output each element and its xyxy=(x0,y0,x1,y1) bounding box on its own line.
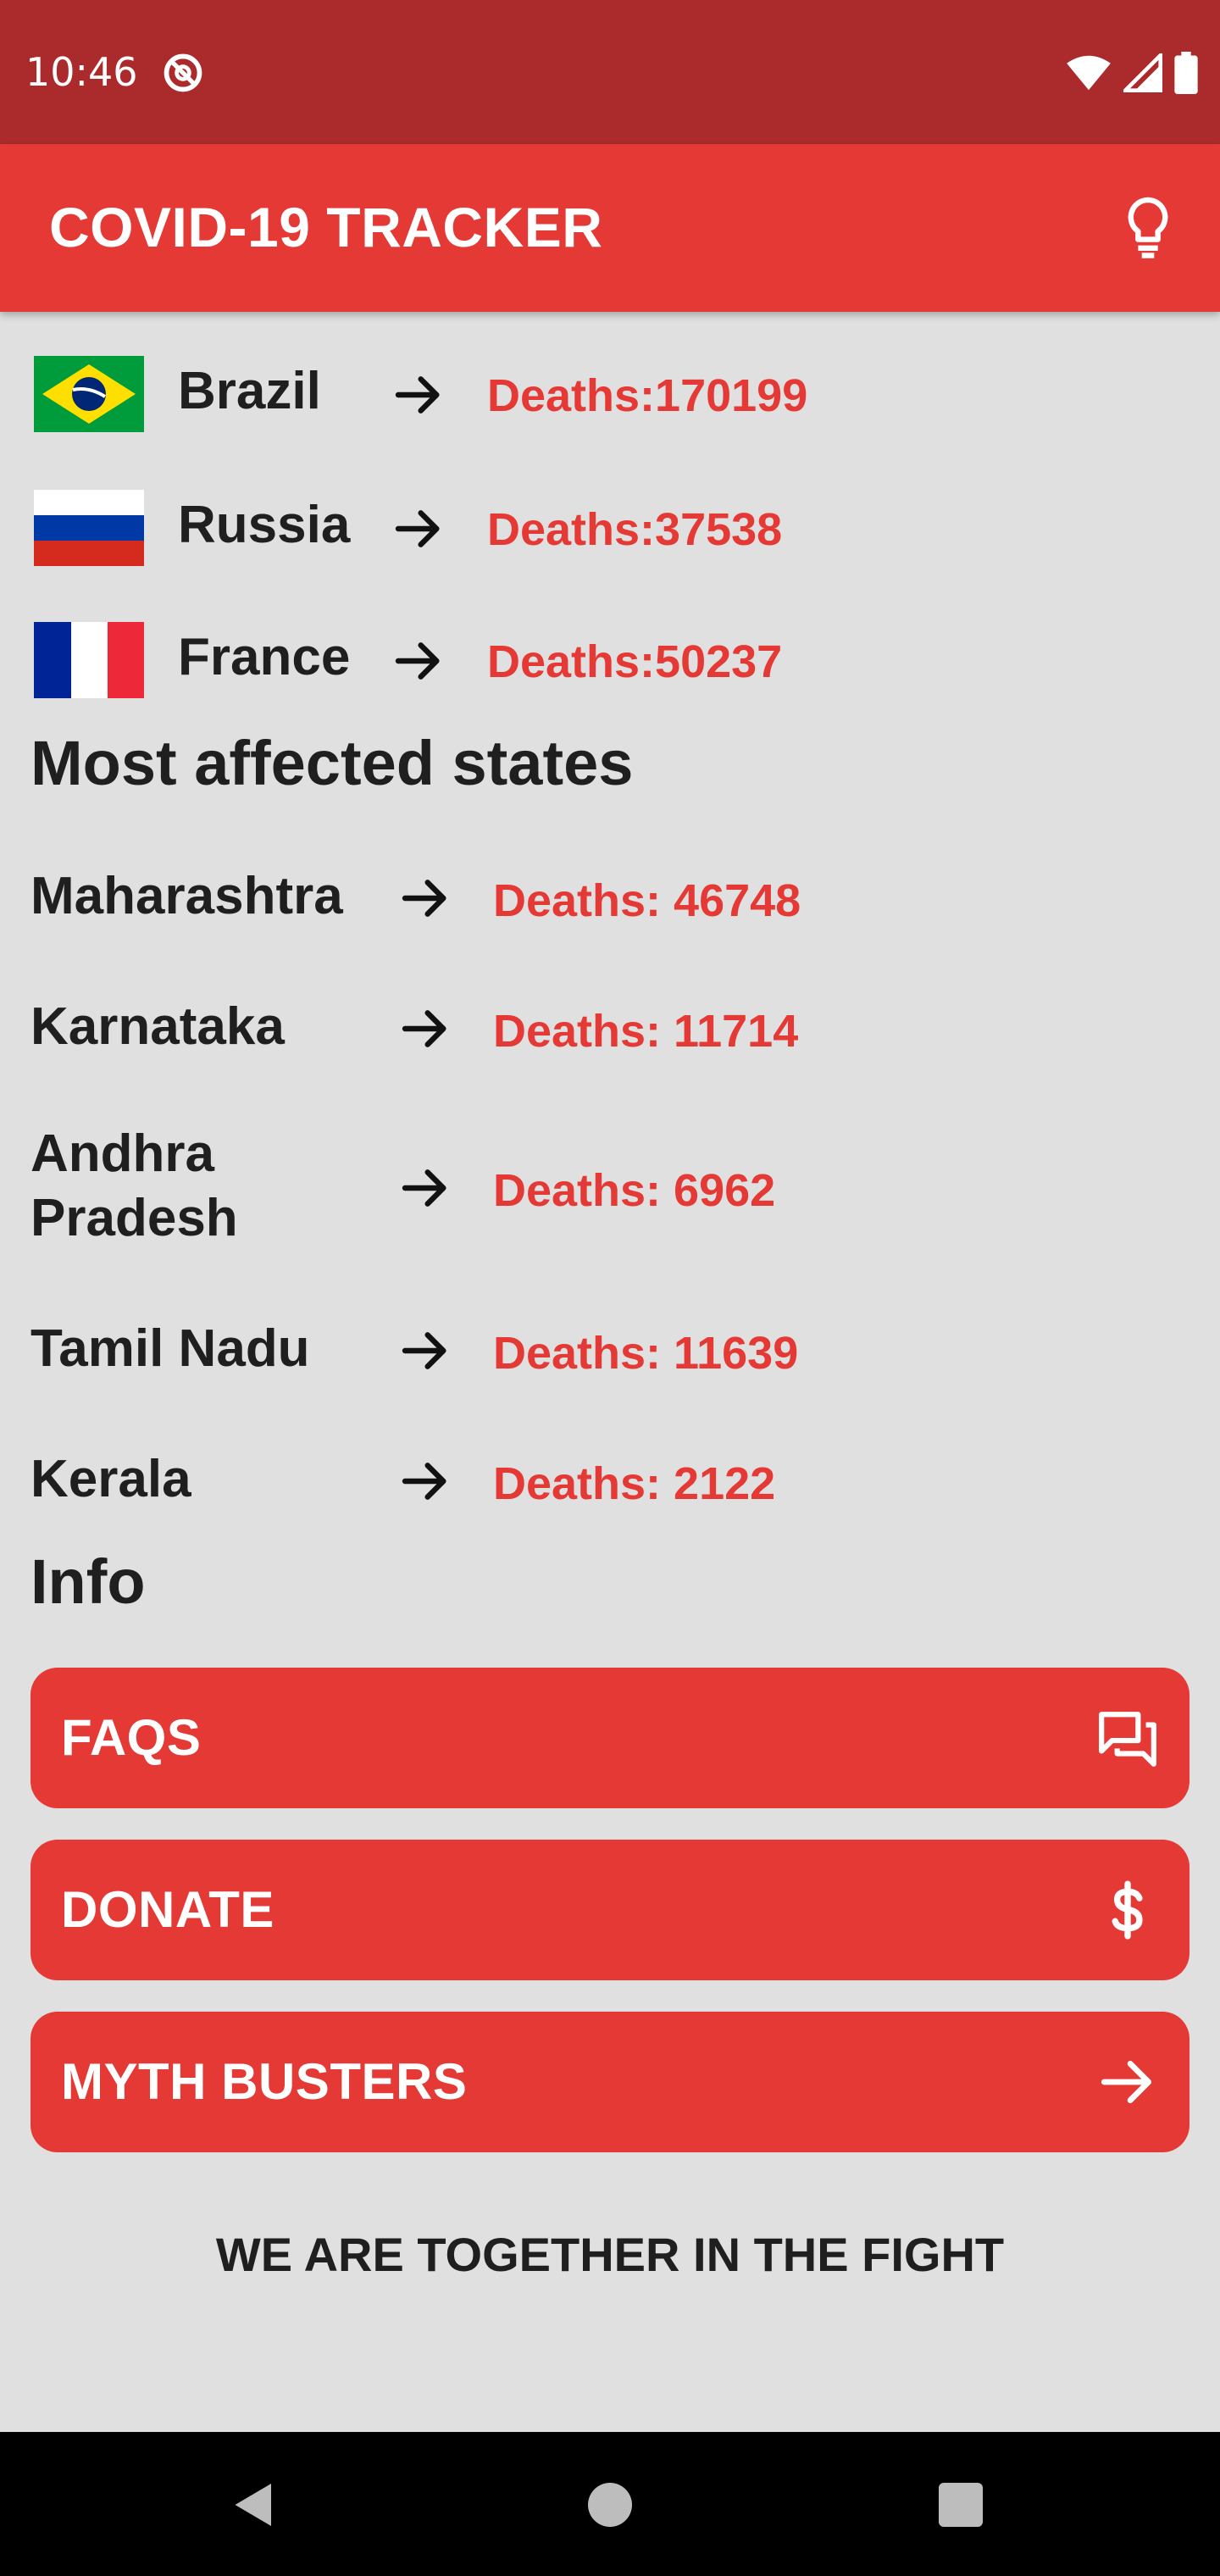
back-icon[interactable] xyxy=(229,2479,280,2530)
faqs-button[interactable]: FAQS xyxy=(30,1668,1190,1808)
state-deaths: Deaths: 6962 xyxy=(493,1165,776,1216)
battery-icon xyxy=(1174,52,1198,94)
country-row-russia[interactable]: Russia Deaths:37538 xyxy=(0,490,1220,566)
country-name: Russia xyxy=(178,496,351,554)
signal-icon xyxy=(1123,53,1162,92)
recents-icon[interactable] xyxy=(939,2483,983,2527)
brazil-flag xyxy=(34,356,144,432)
state-name: Karnataka xyxy=(30,997,285,1056)
country-row-france[interactable]: France Deaths:50237 xyxy=(0,622,1220,698)
arrow-right-icon xyxy=(395,376,440,414)
arrow-right-icon xyxy=(402,1332,446,1369)
footer-tagline: WE ARE TOGETHER IN THE FIGHT xyxy=(215,2228,1005,2281)
donate-button-label: DONATE xyxy=(61,1881,274,1938)
state-name: Andhra Pradesh xyxy=(30,1124,238,1247)
faqs-button-label: FAQS xyxy=(61,1709,202,1766)
system-nav-bar xyxy=(0,2432,1220,2576)
donate-button[interactable]: DONATE xyxy=(30,1840,1190,1980)
app-title: COVID-19 TRACKER xyxy=(49,196,603,258)
arrow-right-icon xyxy=(402,1463,446,1500)
country-deaths: Deaths:170199 xyxy=(487,370,808,421)
state-row[interactable]: Kerala Deaths: 2122 xyxy=(0,1447,1220,1515)
arrow-right-icon xyxy=(402,1169,446,1207)
state-deaths: Deaths: 46748 xyxy=(493,875,801,926)
status-time: 10:46 xyxy=(25,49,138,95)
myth-busters-button-label: MYTH BUSTERS xyxy=(61,2053,468,2110)
state-row[interactable]: Karnataka Deaths: 11714 xyxy=(0,995,1220,1063)
state-deaths: Deaths: 11714 xyxy=(493,1006,799,1057)
state-name: Tamil Nadu xyxy=(30,1319,310,1378)
state-row[interactable]: Tamil Nadu Deaths: 11639 xyxy=(0,1317,1220,1385)
russia-flag xyxy=(34,490,144,566)
country-name: France xyxy=(178,628,351,686)
arrow-right-icon xyxy=(395,510,440,547)
arrow-right-icon xyxy=(402,1010,446,1047)
arrow-right-icon xyxy=(1101,2061,1152,2103)
state-row[interactable]: Andhra Pradesh Deaths: 6962 xyxy=(0,1122,1220,1254)
status-icons xyxy=(1066,51,1198,95)
lightbulb-icon[interactable] xyxy=(1118,195,1178,259)
country-deaths: Deaths:50237 xyxy=(487,636,783,687)
france-flag xyxy=(34,622,144,698)
country-deaths: Deaths:37538 xyxy=(487,504,783,555)
arrow-right-icon xyxy=(402,880,446,917)
arrow-right-icon xyxy=(395,642,440,680)
wifi-icon xyxy=(1067,55,1111,91)
dollar-icon xyxy=(1112,1880,1143,1940)
status-bar: 10:46 xyxy=(0,0,1220,144)
state-name: Kerala xyxy=(30,1450,191,1508)
country-row-brazil[interactable]: Brazil Deaths:170199 xyxy=(0,356,1220,432)
myth-busters-button[interactable]: MYTH BUSTERS xyxy=(30,2012,1190,2152)
section-title-states: Most affected states xyxy=(30,728,634,798)
section-title-info: Info xyxy=(30,1546,146,1617)
forum-icon xyxy=(1099,1712,1156,1767)
state-row[interactable]: Maharashtra Deaths: 46748 xyxy=(0,864,1220,932)
home-icon[interactable] xyxy=(588,2483,632,2527)
state-deaths: Deaths: 11639 xyxy=(493,1328,799,1379)
app-bar: COVID-19 TRACKER xyxy=(0,144,1220,312)
state-deaths: Deaths: 2122 xyxy=(493,1458,776,1509)
country-name: Brazil xyxy=(178,362,321,420)
sync-icon xyxy=(164,53,202,92)
state-name: Maharashtra xyxy=(30,867,343,925)
